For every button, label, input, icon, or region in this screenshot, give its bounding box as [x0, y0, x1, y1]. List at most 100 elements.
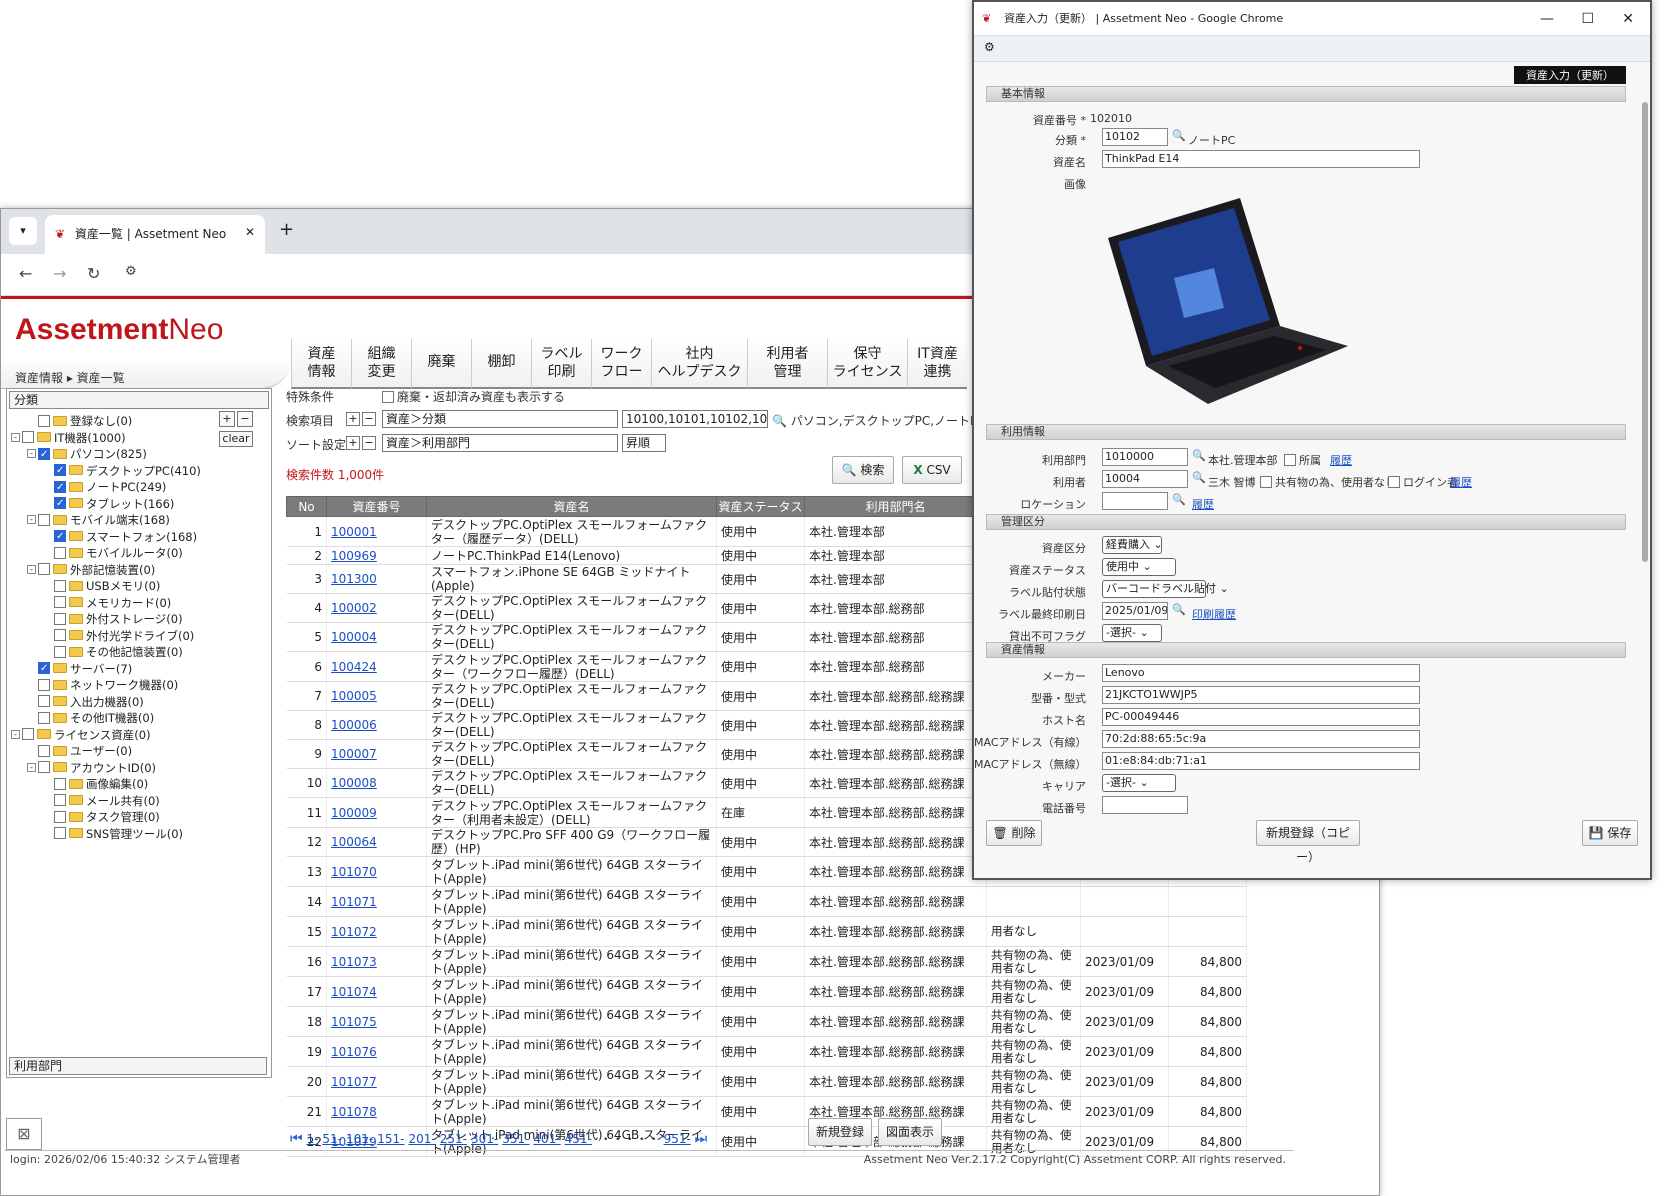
pager-link[interactable]: 251-	[440, 1132, 467, 1146]
tree-item[interactable]: 外付ストレージ(0)	[43, 611, 183, 628]
dept-owner-checkbox[interactable]: 所属	[1284, 452, 1321, 468]
tree-item[interactable]: USBメモリ(0)	[43, 578, 160, 595]
col-status[interactable]: 資産ステータス	[716, 496, 805, 517]
tab-menu-button[interactable]: ▾	[9, 217, 37, 245]
wmac-input[interactable]: 01:e8:84:db:71:a1	[1102, 752, 1420, 770]
pager-link[interactable]: 401-	[533, 1132, 560, 1146]
tree-item[interactable]: 登録なし(0)	[27, 413, 132, 430]
sort-remove-button[interactable]: −	[362, 436, 376, 450]
tree-item[interactable]: サーバー(7)	[27, 660, 132, 678]
table-row[interactable]: 20 101077 タブレット.iPad mini(第6世代) 64GB スターライ…	[286, 1066, 1247, 1097]
search-value-input[interactable]: 10100,10101,10102,10103,1	[622, 410, 768, 428]
menu-user-mgmt[interactable]: 利用者 管理	[747, 339, 827, 389]
table-row[interactable]: 19 101076 タブレット.iPad mini(第6世代) 64GB スターライ…	[286, 1036, 1247, 1067]
table-row[interactable]: 18 101075 タブレット.iPad mini(第6世代) 64GB スターライ…	[286, 1006, 1247, 1037]
tree-item[interactable]: SNS管理ツール(0)	[43, 826, 183, 843]
carrier-select[interactable]: -選択- ⌄	[1102, 774, 1176, 792]
tree-item[interactable]: タスク管理(0)	[43, 809, 160, 826]
search-add-button[interactable]: +	[346, 412, 360, 426]
phone-input[interactable]	[1102, 796, 1188, 814]
tree-item[interactable]: - アカウントID(0)	[27, 760, 156, 777]
close-window-icon[interactable]: ✕	[1622, 2, 1634, 36]
pager-link[interactable]: 451-	[565, 1132, 592, 1146]
menu-disposal[interactable]: 廃棄	[411, 339, 471, 389]
sort-field-select[interactable]: 資産＞利用部門	[382, 434, 618, 452]
tree-item[interactable]: メモリカード(0)	[43, 595, 171, 612]
pager-link[interactable]: 1-	[306, 1132, 318, 1146]
tree-item[interactable]: その他記憶装置(0)	[43, 644, 183, 661]
close-box-icon[interactable]: ⊠	[6, 1118, 42, 1150]
menu-org-change[interactable]: 組織 変更	[351, 339, 411, 389]
dept-search-icon[interactable]: 🔍	[1192, 449, 1206, 462]
tree-item[interactable]: -パソコン(825)	[27, 446, 147, 463]
dept-history-link[interactable]: 履歴	[1330, 452, 1352, 468]
browser-tab[interactable]: ❦ 資産一覧 | Assetment Neo ✕	[45, 215, 265, 254]
host-input[interactable]: PC-00049446	[1102, 708, 1420, 726]
model-input[interactable]: 21JKCTO1WWJP5	[1102, 686, 1420, 704]
table-row[interactable]: 15 101072 タブレット.iPad mini(第6世代) 64GB スターライ…	[286, 916, 1247, 947]
pager-link[interactable]: 51-	[322, 1132, 342, 1146]
table-row[interactable]: 16 101073 タブレット.iPad mini(第6世代) 64GB スターライ…	[286, 946, 1247, 977]
label-date-search-icon[interactable]: 🔍	[1172, 603, 1186, 616]
laptop-image[interactable]	[1104, 198, 1354, 408]
table-row[interactable]: 14 101071 タブレット.iPad mini(第6世代) 64GB スターライ…	[286, 886, 1247, 917]
user-code-input[interactable]: 10004	[1102, 470, 1188, 488]
lend-select[interactable]: -選択- ⌄	[1102, 624, 1162, 642]
pager-link[interactable]: 151-	[377, 1132, 404, 1146]
status-select[interactable]: 使用中 ⌄	[1102, 558, 1176, 576]
tree-item[interactable]: 画像編集(0)	[43, 776, 148, 793]
col-asset-name[interactable]: 資産名	[426, 496, 717, 517]
menu-workflow[interactable]: ワーク フロー	[591, 339, 651, 389]
copy-new-button[interactable]: 新規登録（コピー）	[1256, 820, 1360, 864]
location-input[interactable]	[1102, 492, 1168, 510]
col-no[interactable]: No	[286, 496, 327, 517]
login-user-checkbox[interactable]: ログイン者	[1388, 474, 1458, 490]
class-code-input[interactable]: 10102	[1102, 128, 1168, 146]
user-search-icon[interactable]: 🔍	[1192, 471, 1206, 484]
class-search-icon[interactable]: 🔍	[1172, 129, 1186, 142]
new-tab-icon[interactable]: +	[279, 219, 294, 240]
menu-it-link[interactable]: IT資産 連携	[907, 339, 967, 389]
table-row[interactable]: 17 101074 タブレット.iPad mini(第6世代) 64GB スターライ…	[286, 976, 1247, 1007]
asset-name-input[interactable]: ThinkPad E14	[1102, 150, 1420, 168]
new-register-button[interactable]: 新規登録	[808, 1118, 872, 1146]
tree-item[interactable]: モバイルルータ(0)	[43, 545, 183, 562]
col-asset-no[interactable]: 資産番号	[326, 496, 427, 517]
table-row[interactable]: 21 101078 タブレット.iPad mini(第6世代) 64GB スターライ…	[286, 1096, 1247, 1127]
tree-item[interactable]: - ライセンス資産(0)	[11, 727, 151, 744]
csv-button[interactable]: X CSV	[902, 456, 962, 484]
tree-item[interactable]: メール共有(0)	[43, 793, 160, 810]
kind-select[interactable]: 経費購入 ⌄	[1102, 536, 1163, 554]
tree-item[interactable]: ノートPC(249)	[43, 479, 166, 496]
menu-asset-info[interactable]: 資産 情報	[291, 339, 351, 389]
location-search-icon[interactable]: 🔍	[1172, 493, 1186, 506]
scrollbar[interactable]	[1642, 102, 1648, 562]
tree-item[interactable]: ネットワーク機器(0)	[27, 677, 178, 694]
sort-add-button[interactable]: +	[346, 436, 360, 450]
dept-code-input[interactable]: 1010000	[1102, 448, 1188, 466]
print-history-link[interactable]: 印刷履歴	[1192, 606, 1236, 622]
first-page-icon[interactable]: ⏮	[290, 1131, 303, 1147]
search-button[interactable]: 🔍 検索	[832, 456, 894, 484]
mac-input[interactable]: 70:2d:88:65:5c:9a	[1102, 730, 1420, 748]
site-settings-icon[interactable]: ⚙	[125, 264, 137, 279]
tree-expand-button[interactable]: +	[219, 411, 235, 427]
col-dept[interactable]: 利用部門名	[804, 496, 987, 517]
last-page-icon[interactable]: ⏭	[695, 1131, 708, 1147]
minimize-icon[interactable]: —	[1540, 2, 1554, 36]
close-tab-icon[interactable]: ✕	[245, 225, 255, 239]
pager-link[interactable]: 101-	[346, 1132, 373, 1146]
sidebar-footer[interactable]: 利用部門	[9, 1057, 267, 1075]
tree-item[interactable]: デスクトップPC(410)	[43, 462, 201, 480]
save-button[interactable]: 💾 保存	[1582, 820, 1638, 846]
tree-item[interactable]: 外付光学ドライブ(0)	[43, 628, 194, 645]
tree-item[interactable]: ユーザー(0)	[27, 743, 132, 760]
menu-maintenance[interactable]: 保守 ライセンス	[827, 339, 907, 389]
tree-item[interactable]: スマートフォン(168)	[43, 528, 197, 546]
reload-icon[interactable]: ↻	[87, 264, 100, 283]
tree-item[interactable]: タブレット(166)	[43, 495, 174, 513]
location-history-link[interactable]: 履歴	[1192, 496, 1214, 512]
pager-last[interactable]: 951-	[664, 1132, 691, 1146]
tree-item[interactable]: - モバイル端末(168)	[27, 512, 170, 529]
sort-order-select[interactable]: 昇順	[622, 434, 666, 452]
